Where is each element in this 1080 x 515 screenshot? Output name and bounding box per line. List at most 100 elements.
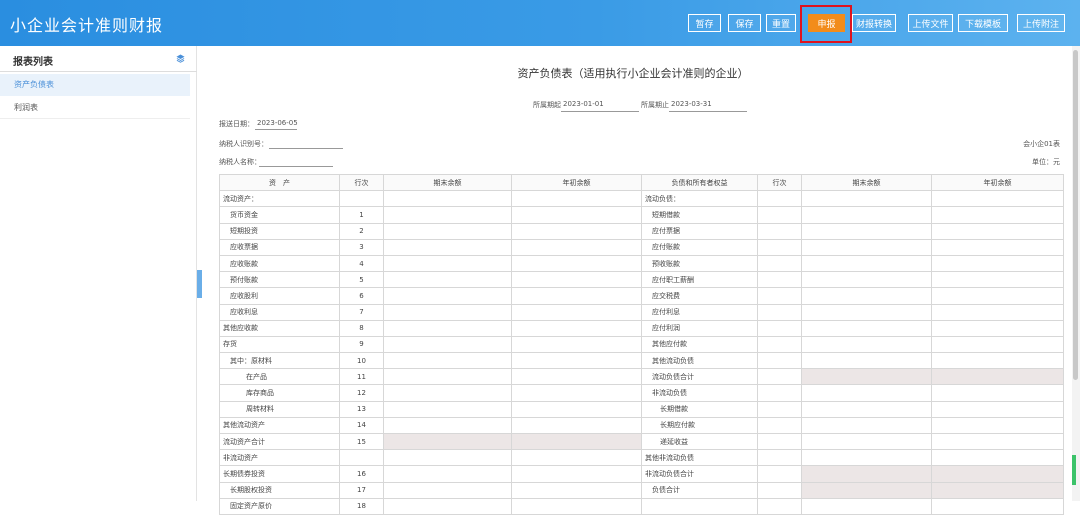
asset-end-balance-input[interactable] [383, 384, 512, 402]
liability-begin-balance-input[interactable] [931, 287, 1064, 305]
liability-begin-balance-input[interactable] [931, 416, 1064, 435]
asset-begin-balance-input[interactable] [511, 416, 642, 435]
asset-item: 流动资产： [219, 190, 340, 208]
liability-begin-balance-input[interactable] [931, 303, 1064, 321]
liability-begin-balance-input[interactable] [931, 190, 1064, 208]
liability-begin-balance-input[interactable] [931, 238, 1064, 256]
asset-end-balance-input[interactable] [383, 287, 512, 305]
asset-end-balance-input[interactable] [383, 368, 512, 386]
liability-begin-balance-input[interactable] [931, 449, 1064, 467]
asset-begin-balance-input[interactable] [511, 287, 642, 305]
asset-end-balance-input[interactable] [383, 190, 512, 208]
asset-end-balance-input[interactable] [383, 400, 512, 418]
liability-begin-balance-input[interactable] [931, 335, 1064, 354]
asset-end-balance-input[interactable] [383, 238, 512, 256]
liability-row-no [757, 319, 802, 337]
save-button[interactable]: 保存 [728, 14, 761, 32]
asset-begin-balance-input[interactable] [511, 319, 642, 337]
asset-item: 长期债券投资 [219, 465, 340, 483]
asset-end-balance-input[interactable] [383, 465, 512, 483]
liability-end-balance-input[interactable] [801, 400, 932, 418]
liability-end-balance-input[interactable] [801, 432, 932, 451]
scrollbar-thumb[interactable] [1073, 50, 1078, 380]
liability-begin-balance-input[interactable] [931, 319, 1064, 337]
liability-row-no [757, 303, 802, 321]
liability-end-balance-input[interactable] [801, 206, 932, 224]
col-end-balance: 期末余额 [383, 173, 512, 192]
liability-end-balance-input[interactable] [801, 238, 932, 256]
asset-row-no: 7 [339, 303, 384, 321]
liability-end-balance-input[interactable] [801, 384, 932, 402]
liability-begin-balance-input[interactable] [931, 352, 1064, 370]
temp-save-button[interactable]: 暂存 [688, 14, 721, 32]
asset-begin-balance-input[interactable] [511, 190, 642, 208]
asset-begin-balance-input[interactable] [511, 481, 642, 499]
report-title: 资产负债表（适用执行小企业会计准则的企业） [517, 67, 749, 80]
taxpayer-id-underline [269, 148, 343, 149]
asset-begin-balance-input[interactable] [511, 384, 642, 402]
upload-notes-button[interactable]: 上传附注 [1017, 14, 1065, 32]
liability-end-balance-input[interactable] [801, 319, 932, 337]
asset-begin-balance-input[interactable] [511, 352, 642, 370]
liability-end-balance-input[interactable] [801, 449, 932, 467]
liability-begin-balance-input[interactable] [931, 222, 1064, 240]
asset-begin-balance-input[interactable] [511, 222, 642, 240]
asset-begin-balance-input[interactable] [511, 449, 642, 467]
period-start-value[interactable]: 2023-01-01 [563, 100, 604, 108]
liability-end-balance-input[interactable] [801, 416, 932, 435]
liability-item: 预收账款 [641, 254, 758, 273]
liability-begin-balance-input[interactable] [931, 432, 1064, 451]
asset-end-balance-input[interactable] [383, 449, 512, 467]
download-template-button[interactable]: 下载模板 [958, 14, 1008, 32]
sidebar-item-income-statement[interactable]: 利润表 [0, 97, 190, 119]
layers-icon[interactable] [176, 54, 185, 63]
asset-begin-balance-input[interactable] [511, 238, 642, 256]
asset-end-balance-input[interactable] [383, 303, 512, 321]
sidebar-item-balance-sheet[interactable]: 资产负债表 [0, 74, 190, 96]
asset-item: 库存商品 [219, 384, 340, 402]
vertical-scrollbar[interactable] [1072, 46, 1080, 501]
asset-end-balance-input[interactable] [383, 481, 512, 499]
reset-button[interactable]: 重置 [766, 14, 796, 32]
asset-begin-balance-input[interactable] [511, 400, 642, 418]
liability-row-no [757, 465, 802, 483]
asset-begin-balance-input[interactable] [511, 335, 642, 354]
liability-begin-balance-input[interactable] [931, 254, 1064, 273]
liability-begin-balance-input[interactable] [931, 206, 1064, 224]
asset-begin-balance-input[interactable] [511, 271, 642, 289]
asset-begin-balance-input[interactable] [511, 368, 642, 386]
liability-end-balance-input[interactable] [801, 271, 932, 289]
report-convert-button[interactable]: 财报转换 [852, 14, 896, 32]
liability-end-balance-input[interactable] [801, 352, 932, 370]
liability-end-balance-input[interactable] [801, 190, 932, 208]
report-date-value[interactable]: 2023-06-05 [257, 119, 298, 127]
asset-begin-balance-input[interactable] [511, 303, 642, 321]
asset-begin-balance-input[interactable] [511, 465, 642, 483]
asset-row-no: 13 [339, 400, 384, 418]
liability-begin-balance-input[interactable] [931, 384, 1064, 402]
asset-end-balance-input[interactable] [383, 416, 512, 435]
liability-begin-balance-input [931, 465, 1064, 483]
liability-item: 非流动负债 [641, 384, 758, 402]
asset-end-balance-input[interactable] [383, 206, 512, 224]
sidebar-collapse-handle[interactable] [197, 270, 202, 298]
upload-file-button[interactable]: 上传文件 [908, 14, 953, 32]
liability-end-balance-input[interactable] [801, 287, 932, 305]
asset-begin-balance-input[interactable] [511, 254, 642, 273]
liability-begin-balance-input[interactable] [931, 271, 1064, 289]
liability-end-balance-input[interactable] [801, 254, 932, 273]
asset-end-balance-input[interactable] [383, 271, 512, 289]
liability-end-balance-input[interactable] [801, 222, 932, 240]
liability-begin-balance-input[interactable] [931, 400, 1064, 418]
liability-end-balance-input[interactable] [801, 303, 932, 321]
liability-end-balance-input[interactable] [801, 335, 932, 354]
period-end-value[interactable]: 2023-03-31 [671, 100, 712, 108]
asset-end-balance-input[interactable] [383, 254, 512, 273]
asset-end-balance-input[interactable] [383, 352, 512, 370]
balance-sheet-table: 资 产 行次 期末余额 年初余额 负债和所有者权益 行次 期末余额 年初余额 流… [219, 173, 1064, 515]
asset-end-balance-input[interactable] [383, 222, 512, 240]
asset-begin-balance-input[interactable] [511, 206, 642, 224]
asset-end-balance-input[interactable] [383, 335, 512, 354]
asset-end-balance-input[interactable] [383, 319, 512, 337]
table-row: 应收账款 4 预收账款 [219, 254, 1064, 273]
